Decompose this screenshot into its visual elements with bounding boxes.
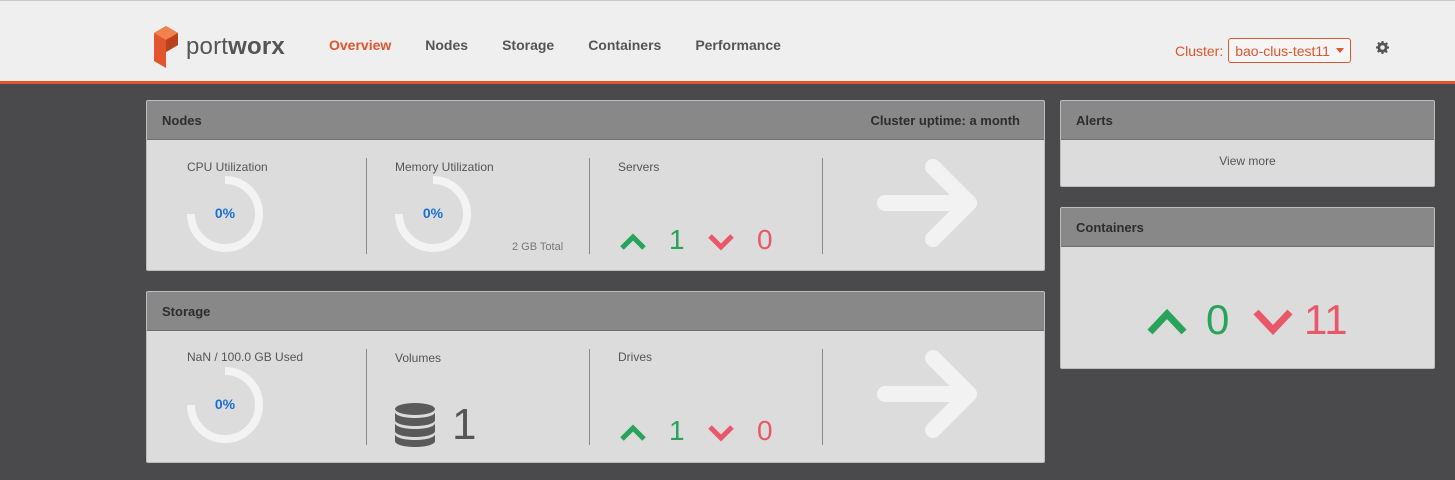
servers-up-arrow-icon [620, 233, 646, 250]
top-navbar: portworx Overview Nodes Storage Containe… [0, 0, 1455, 84]
servers-up-count: 1 [669, 224, 685, 255]
nav-storage[interactable]: Storage [502, 37, 554, 53]
storage-details-arrow-icon[interactable] [877, 348, 983, 440]
cluster-uptime: Cluster uptime: a month [870, 113, 1020, 128]
storage-panel-header: Storage [147, 292, 1044, 331]
storage-panel: Storage NaN / 100.0 GB Used 0% Volumes 1… [146, 291, 1045, 463]
divider [589, 158, 590, 254]
cluster-selector: Cluster: bao-clus-test11 [1175, 38, 1351, 63]
nav-performance[interactable]: Performance [695, 37, 781, 53]
servers-label: Servers [618, 160, 660, 174]
cpu-utilization-value: 0% [214, 205, 236, 221]
containers-down-count: 11 [1304, 296, 1348, 343]
alerts-panel-title: Alerts [1076, 113, 1113, 128]
memory-utilization-value: 0% [422, 205, 444, 221]
containers-up-arrow-icon [1147, 308, 1187, 335]
caret-down-icon [1335, 48, 1344, 53]
storage-used-value: 0% [214, 396, 236, 412]
main-nav: Overview Nodes Storage Containers Perfor… [312, 37, 798, 53]
drives-up-arrow-icon [620, 424, 646, 441]
cluster-label: Cluster: [1175, 42, 1224, 59]
cluster-selected-value: bao-clus-test11 [1235, 42, 1330, 59]
cpu-utilization-label: CPU Utilization [187, 160, 268, 174]
memory-utilization-label: Memory Utilization [395, 160, 494, 174]
storage-panel-title: Storage [162, 304, 211, 319]
containers-panel-header: Containers [1061, 208, 1434, 247]
alerts-panel: Alerts View more [1060, 100, 1435, 187]
nav-nodes[interactable]: Nodes [425, 37, 468, 53]
volumes-count: 1 [452, 400, 477, 449]
gear-icon[interactable] [1376, 41, 1389, 54]
volumes-label: Volumes [395, 351, 442, 365]
nodes-panel-title: Nodes [162, 113, 202, 128]
drives-down-arrow-icon [708, 425, 734, 442]
memory-total: 2 GB Total [512, 241, 564, 253]
nodes-panel-header: Nodes Cluster uptime: a month [147, 101, 1044, 140]
logo-text: portworx [186, 33, 285, 60]
drives-down-count: 0 [757, 415, 773, 446]
portworx-logo-icon [154, 26, 178, 68]
containers-up-count: 0 [1206, 296, 1230, 343]
nodes-panel: Nodes Cluster uptime: a month CPU Utiliz… [146, 100, 1045, 271]
drives-label: Drives [618, 350, 653, 364]
divider [822, 349, 823, 445]
containers-down-arrow-icon [1253, 309, 1293, 336]
storage-used-label: NaN / 100.0 GB Used [187, 350, 304, 364]
nodes-details-arrow-icon[interactable] [877, 157, 983, 249]
divider [366, 349, 367, 445]
cluster-dropdown[interactable]: bao-clus-test11 [1228, 38, 1351, 63]
servers-down-count: 0 [757, 224, 773, 255]
containers-panel: Containers 0 11 [1060, 207, 1435, 369]
divider [822, 158, 823, 254]
drives-up-count: 1 [669, 415, 685, 446]
alerts-panel-header: Alerts [1061, 101, 1434, 140]
portworx-logo[interactable]: portworx [152, 25, 285, 69]
containers-panel-title: Containers [1076, 220, 1144, 235]
servers-down-arrow-icon [708, 234, 734, 251]
nav-overview[interactable]: Overview [329, 37, 391, 53]
nav-containers[interactable]: Containers [588, 37, 661, 53]
database-icon [395, 403, 435, 447]
divider [589, 349, 590, 445]
divider [366, 158, 367, 254]
view-more-link[interactable]: View more [1061, 154, 1434, 168]
